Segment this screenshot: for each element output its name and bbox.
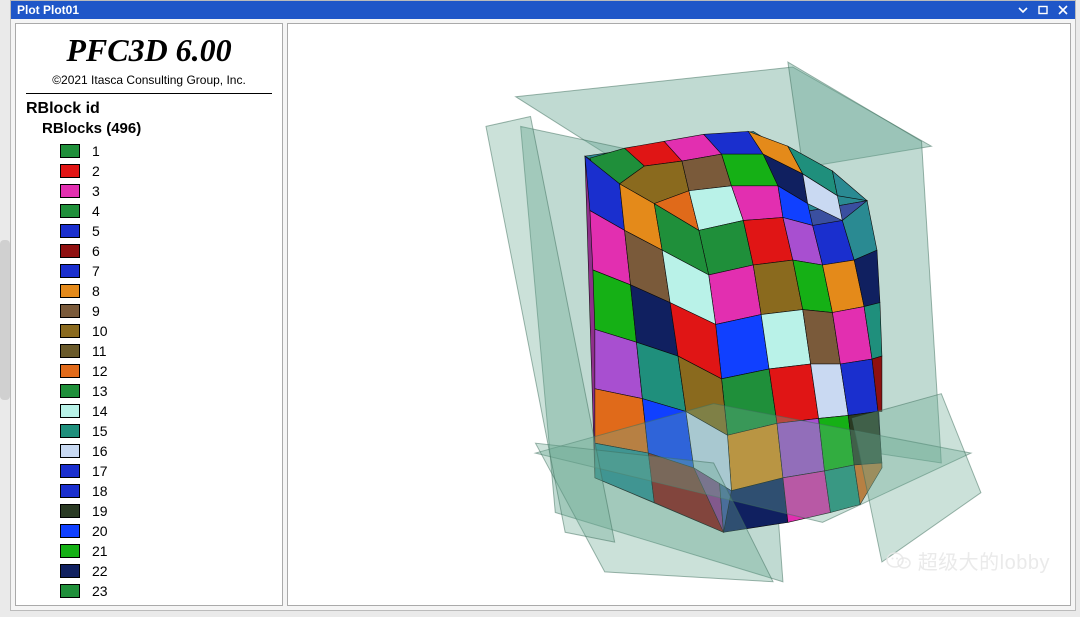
legend-item: 23	[60, 581, 272, 601]
legend-swatch	[60, 304, 80, 318]
legend-item: 11	[60, 341, 272, 361]
legend-id-label: 17	[92, 463, 108, 479]
titlebar-text: Plot Plot01	[17, 3, 1017, 17]
legend-id-label: 2	[92, 163, 100, 179]
legend-swatch	[60, 544, 80, 558]
legend-swatch	[60, 344, 80, 358]
collapse-icon[interactable]	[1017, 4, 1029, 16]
legend-swatch	[60, 224, 80, 238]
legend-item: 7	[60, 261, 272, 281]
legend-swatch	[60, 484, 80, 498]
legend-id-label: 13	[92, 383, 108, 399]
legend-title: RBlock id	[26, 100, 272, 118]
legend-swatch	[60, 264, 80, 278]
legend-item: 4	[60, 201, 272, 221]
legend-item: 1	[60, 141, 272, 161]
legend-id-label: 4	[92, 203, 100, 219]
legend-swatch	[60, 564, 80, 578]
legend-id-label: 9	[92, 303, 100, 319]
legend-id-label: 1	[92, 143, 100, 159]
viewport-3d[interactable]: 超级大的lobby	[287, 23, 1071, 606]
legend-item: 13	[60, 381, 272, 401]
copyright: ©2021 Itasca Consulting Group, Inc.	[26, 73, 272, 87]
legend-swatch	[60, 424, 80, 438]
watermark: 超级大的lobby	[886, 546, 1050, 575]
legend-id-label: 7	[92, 263, 100, 279]
legend-swatch	[60, 524, 80, 538]
legend-item: 6	[60, 241, 272, 261]
legend-id-label: 16	[92, 443, 108, 459]
legend-swatch	[60, 404, 80, 418]
legend-swatch	[60, 324, 80, 338]
legend-id-label: 14	[92, 403, 108, 419]
legend-swatch	[60, 444, 80, 458]
legend-id-label: 23	[92, 583, 108, 599]
legend-item: 19	[60, 501, 272, 521]
legend-swatch	[60, 184, 80, 198]
watermark-text: 超级大的lobby	[918, 546, 1050, 575]
divider	[26, 93, 272, 94]
plot-area: PFC3D 6.00 ©2021 Itasca Consulting Group…	[11, 19, 1075, 610]
legend-id-label: 5	[92, 223, 100, 239]
legend-swatch	[60, 204, 80, 218]
wall-plane	[852, 394, 981, 562]
render-canvas	[288, 24, 1070, 605]
legend-swatch	[60, 464, 80, 478]
legend-id-label: 22	[92, 563, 108, 579]
legend-id-label: 12	[92, 363, 108, 379]
window-controls	[1017, 4, 1069, 16]
legend-swatch	[60, 504, 80, 518]
legend-swatch	[60, 164, 80, 178]
legend-id-label: 10	[92, 323, 108, 339]
legend-swatch	[60, 144, 80, 158]
legend-item: 2	[60, 161, 272, 181]
legend-item: 12	[60, 361, 272, 381]
app-title: PFC3D 6.00	[26, 32, 272, 69]
legend-id-label: 3	[92, 183, 100, 199]
legend-id-label: 15	[92, 423, 108, 439]
maximize-icon[interactable]	[1037, 4, 1049, 16]
outer-scrollbar-thumb[interactable]	[0, 240, 10, 400]
legend-swatch	[60, 244, 80, 258]
legend-item: 21	[60, 541, 272, 561]
legend-id-label: 8	[92, 283, 100, 299]
legend-swatch	[60, 284, 80, 298]
legend-item: 18	[60, 481, 272, 501]
legend-id-label: 21	[92, 543, 108, 559]
plot-window: Plot Plot01 PFC3D 6.00 ©2021 Itasca Cons…	[10, 0, 1076, 611]
wechat-icon	[886, 550, 912, 572]
legend-id-label: 18	[92, 483, 108, 499]
legend-item: 5	[60, 221, 272, 241]
legend-swatch	[60, 384, 80, 398]
legend-id-label: 19	[92, 503, 108, 519]
legend-id-label: 20	[92, 523, 108, 539]
legend-item: 8	[60, 281, 272, 301]
legend-item: 14	[60, 401, 272, 421]
legend-id-label: 11	[92, 343, 107, 359]
legend-item: 20	[60, 521, 272, 541]
legend-panel: PFC3D 6.00 ©2021 Itasca Consulting Group…	[15, 23, 283, 606]
close-icon[interactable]	[1057, 4, 1069, 16]
legend-swatch	[60, 584, 80, 598]
titlebar[interactable]: Plot Plot01	[11, 1, 1075, 19]
legend-item: 22	[60, 561, 272, 581]
legend-item: 15	[60, 421, 272, 441]
legend-item: 16	[60, 441, 272, 461]
legend-id-label: 6	[92, 243, 100, 259]
legend-swatch	[60, 364, 80, 378]
legend-items: 1234567891011121314151617181920212223	[60, 141, 272, 601]
legend-item: 10	[60, 321, 272, 341]
legend-subtitle: RBlocks (496)	[42, 120, 272, 137]
legend-item: 9	[60, 301, 272, 321]
legend-item: 3	[60, 181, 272, 201]
legend-item: 17	[60, 461, 272, 481]
